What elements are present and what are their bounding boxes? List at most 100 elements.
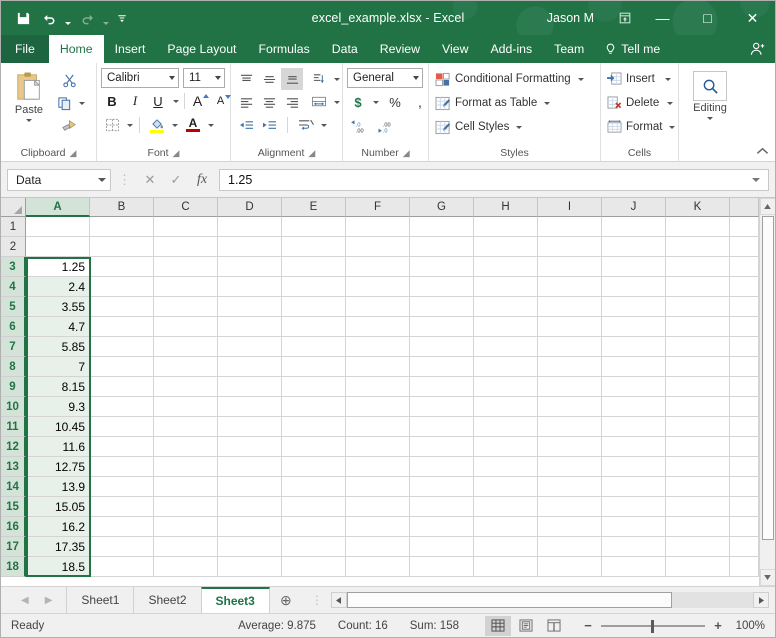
decrease-indent-button[interactable]	[235, 114, 257, 136]
cell-K12[interactable]	[666, 437, 730, 457]
cell-B18[interactable]	[90, 557, 154, 577]
cell-G17[interactable]	[410, 537, 474, 557]
row-header-7[interactable]: 7	[1, 337, 26, 357]
cell-J10[interactable]	[602, 397, 666, 417]
zoom-slider-handle[interactable]	[651, 619, 654, 633]
conditional-formatting-dropdown-icon[interactable]	[577, 77, 584, 81]
cell-partial-13[interactable]	[730, 457, 759, 477]
tab-home[interactable]: Home	[48, 35, 104, 63]
top-align-button[interactable]	[235, 68, 257, 90]
cell-H17[interactable]	[474, 537, 538, 557]
status-sum[interactable]: Sum: 158	[410, 620, 459, 632]
cell-C12[interactable]	[154, 437, 218, 457]
cell-C5[interactable]	[154, 297, 218, 317]
merge-center-dropdown-icon[interactable]	[334, 100, 340, 104]
cell-E9[interactable]	[282, 377, 346, 397]
cell-G1[interactable]	[410, 217, 474, 237]
italic-button[interactable]: I	[124, 90, 146, 112]
insert-function-icon[interactable]: fx	[190, 169, 214, 191]
cell-A2[interactable]	[26, 237, 90, 257]
cell-I3[interactable]	[538, 257, 602, 277]
cell-B11[interactable]	[90, 417, 154, 437]
underline-dropdown-icon[interactable]	[173, 99, 179, 103]
cell-styles-dropdown-icon[interactable]	[516, 125, 523, 129]
cell-A3[interactable]: 1.25	[26, 257, 90, 277]
column-header-g[interactable]: G	[410, 198, 474, 217]
cell-C16[interactable]	[154, 517, 218, 537]
row-header-13[interactable]: 13	[1, 457, 26, 477]
cell-I13[interactable]	[538, 457, 602, 477]
copy-dropdown-icon[interactable]	[79, 101, 85, 105]
cell-H13[interactable]	[474, 457, 538, 477]
cell-D12[interactable]	[218, 437, 282, 457]
cell-K14[interactable]	[666, 477, 730, 497]
alignment-dialog-launcher[interactable]: ◢	[308, 148, 315, 159]
cell-J12[interactable]	[602, 437, 666, 457]
align-left-button[interactable]	[235, 91, 257, 113]
cell-B17[interactable]	[90, 537, 154, 557]
cell-E1[interactable]	[282, 217, 346, 237]
cell-G12[interactable]	[410, 437, 474, 457]
tab-file[interactable]: File	[1, 35, 49, 63]
cell-F13[interactable]	[346, 457, 410, 477]
cell-G10[interactable]	[410, 397, 474, 417]
normal-view-button[interactable]	[485, 615, 511, 636]
paste-button[interactable]: Paste	[5, 69, 53, 122]
tab-formulas[interactable]: Formulas	[247, 35, 320, 63]
cell-partial-12[interactable]	[730, 437, 759, 457]
scroll-left-button[interactable]	[330, 592, 347, 608]
ribbon-display-options-icon[interactable]	[610, 1, 640, 35]
cell-F6[interactable]	[346, 317, 410, 337]
cell-A7[interactable]: 5.85	[26, 337, 90, 357]
cell-partial-10[interactable]	[730, 397, 759, 417]
cell-B12[interactable]	[90, 437, 154, 457]
vertical-scroll-thumb[interactable]	[761, 216, 774, 540]
cell-F18[interactable]	[346, 557, 410, 577]
scroll-up-button[interactable]	[759, 198, 775, 215]
decrease-decimal-button[interactable]: .00.0	[376, 116, 398, 138]
cell-F1[interactable]	[346, 217, 410, 237]
zoom-out-button[interactable]: −	[581, 618, 595, 633]
cell-D18[interactable]	[218, 557, 282, 577]
cell-B14[interactable]	[90, 477, 154, 497]
bold-button[interactable]: B	[101, 90, 123, 112]
cell-partial-5[interactable]	[730, 297, 759, 317]
cell-A18[interactable]: 18.5	[26, 557, 90, 577]
wrap-text-dropdown-icon[interactable]	[321, 123, 327, 127]
cell-C14[interactable]	[154, 477, 218, 497]
cell-E14[interactable]	[282, 477, 346, 497]
cell-G7[interactable]	[410, 337, 474, 357]
row-header-10[interactable]: 10	[1, 397, 26, 417]
cell-K7[interactable]	[666, 337, 730, 357]
scroll-right-button[interactable]	[753, 592, 769, 608]
cell-D6[interactable]	[218, 317, 282, 337]
cell-I4[interactable]	[538, 277, 602, 297]
account-icon[interactable]	[741, 35, 775, 63]
row-header-3[interactable]: 3	[1, 257, 26, 277]
orientation-button[interactable]	[308, 68, 330, 90]
format-as-table-dropdown-icon[interactable]	[544, 101, 551, 105]
font-name-combo[interactable]: Calibri	[101, 68, 179, 88]
cell-H15[interactable]	[474, 497, 538, 517]
borders-dropdown-icon[interactable]	[127, 123, 133, 127]
cell-F10[interactable]	[346, 397, 410, 417]
horizontal-scroll-track[interactable]	[346, 592, 753, 608]
cell-A4[interactable]: 2.4	[26, 277, 90, 297]
cell-K1[interactable]	[666, 217, 730, 237]
cell-D15[interactable]	[218, 497, 282, 517]
cell-J15[interactable]	[602, 497, 666, 517]
cell-B1[interactable]	[90, 217, 154, 237]
cell-A12[interactable]: 11.6	[26, 437, 90, 457]
cell-K16[interactable]	[666, 517, 730, 537]
column-header-i[interactable]: I	[538, 198, 602, 217]
cell-partial-8[interactable]	[730, 357, 759, 377]
cell-I6[interactable]	[538, 317, 602, 337]
cell-partial-3[interactable]	[730, 257, 759, 277]
cell-C4[interactable]	[154, 277, 218, 297]
cell-B2[interactable]	[90, 237, 154, 257]
cell-B8[interactable]	[90, 357, 154, 377]
sheet-tab-sheet2[interactable]: Sheet2	[133, 587, 202, 613]
cell-A11[interactable]: 10.45	[26, 417, 90, 437]
cell-A13[interactable]: 12.75	[26, 457, 90, 477]
row-header-16[interactable]: 16	[1, 517, 26, 537]
